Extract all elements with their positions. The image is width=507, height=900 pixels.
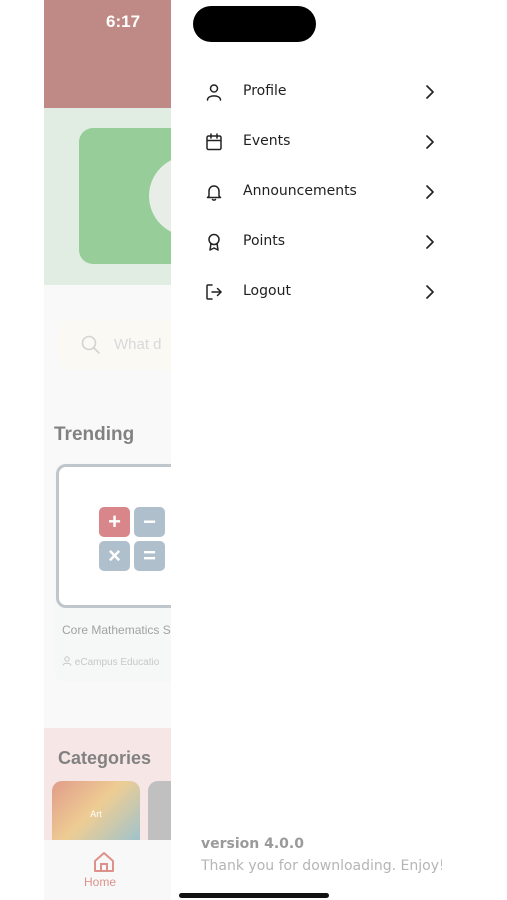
home-indicator[interactable]	[179, 893, 329, 898]
drawer-menu: Profile Events Announcements Points Logo…	[171, 67, 442, 317]
version-text: version 4.0.0	[201, 836, 304, 852]
menu-item-announcements[interactable]: Announcements	[171, 167, 442, 217]
award-icon	[208, 233, 220, 251]
menu-label-events: Events	[243, 133, 291, 149]
menu-label-profile: Profile	[243, 83, 287, 99]
thanks-text: Thank you for downloading. Enjoy!	[201, 858, 445, 874]
menu-item-events[interactable]: Events	[171, 117, 442, 167]
dynamic-island	[193, 6, 316, 42]
calendar-icon	[206, 133, 222, 151]
menu-item-logout[interactable]: Logout	[171, 267, 442, 317]
chevron-right-icon	[426, 285, 434, 299]
frame-left-edge	[0, 0, 44, 900]
frame-right-edge	[442, 0, 507, 900]
logout-icon	[206, 284, 222, 300]
person-icon	[206, 84, 222, 101]
drawer-scrim[interactable]	[44, 0, 171, 900]
menu-label-points: Points	[243, 233, 286, 249]
menu-label-announcements: Announcements	[243, 183, 357, 199]
chevron-right-icon	[426, 135, 434, 149]
menu-label-logout: Logout	[243, 283, 291, 299]
chevron-right-icon	[426, 235, 434, 249]
bell-icon	[206, 185, 222, 201]
chevron-right-icon	[426, 85, 434, 99]
side-drawer: Profile Events Announcements Points Logo…	[171, 0, 445, 900]
menu-item-profile[interactable]: Profile	[171, 67, 442, 117]
chevron-right-icon	[426, 185, 434, 199]
menu-item-points[interactable]: Points	[171, 217, 442, 267]
